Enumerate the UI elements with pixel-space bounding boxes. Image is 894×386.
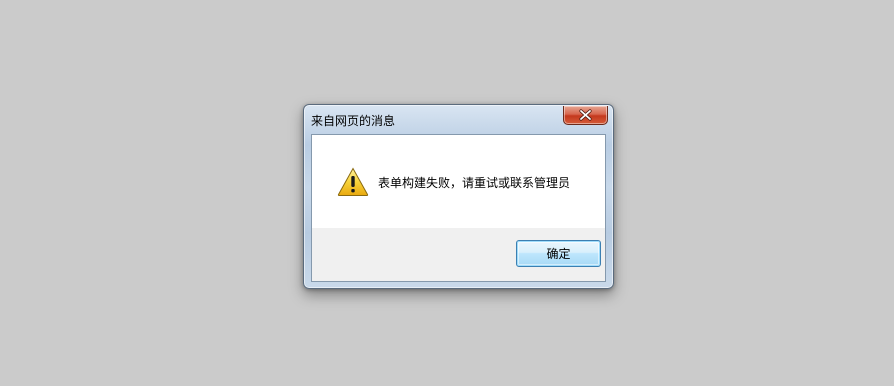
message-text: 表单构建失败，请重试或联系管理员: [378, 176, 571, 190]
message-area: 表单构建失败，请重试或联系管理员: [312, 135, 605, 228]
dialog-titlebar[interactable]: 来自网页的消息: [304, 105, 613, 134]
close-icon: [579, 109, 592, 121]
ok-button[interactable]: 确定: [516, 240, 601, 267]
ok-button-label: 确定: [546, 247, 571, 261]
warning-icon: [337, 167, 369, 196]
close-button[interactable]: [563, 106, 608, 125]
dialog-body: 表单构建失败，请重试或联系管理员 确定: [311, 134, 606, 282]
desktop-background: 来自网页的消息 表单构建失败，请重试或联系管理员 确定: [0, 0, 894, 386]
message-dialog: 来自网页的消息 表单构建失败，请重试或联系管理员 确定: [303, 104, 614, 289]
dialog-title: 来自网页的消息: [311, 114, 396, 128]
